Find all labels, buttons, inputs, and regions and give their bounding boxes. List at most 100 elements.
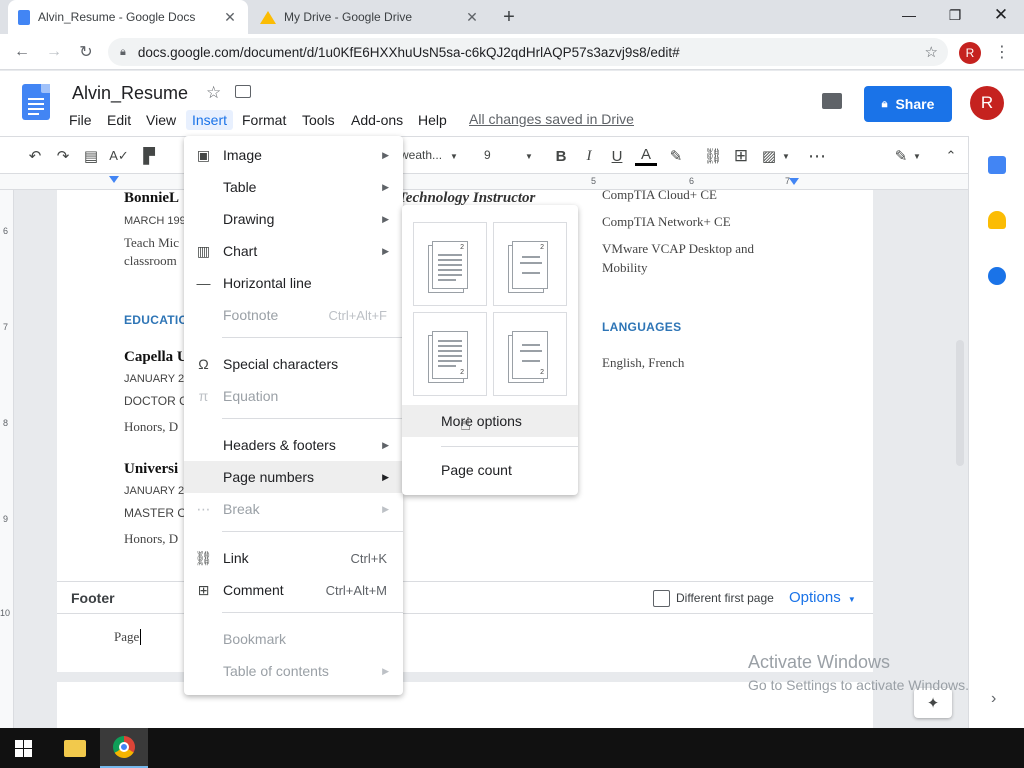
maximize-icon[interactable]: ❐ (932, 0, 978, 30)
calendar-icon[interactable] (988, 156, 1006, 174)
menu-item-headers-footers[interactable]: Headers & footers ▶ (184, 429, 403, 461)
browser-tab-docs[interactable]: Alvin_Resume - Google Docs ✕ (8, 0, 248, 34)
save-status[interactable]: All changes saved in Drive (469, 111, 634, 127)
close-tab-icon[interactable]: ✕ (222, 9, 238, 26)
chrome-taskbar-button[interactable] (100, 728, 148, 768)
highlight-icon[interactable]: ✎ (665, 146, 687, 166)
scrollbar-thumb[interactable] (956, 340, 964, 466)
horizontal-line-icon: — (196, 275, 211, 291)
editing-mode-icon[interactable]: ✎ (890, 146, 912, 166)
different-first-page-checkbox[interactable] (653, 590, 670, 607)
move-folder-icon[interactable] (235, 85, 251, 98)
address-bar[interactable]: 🔒︎ docs.google.com/document/d/1u0KfE6HXX… (108, 38, 948, 66)
underline-icon[interactable]: U (606, 146, 628, 166)
bold-icon[interactable]: B (550, 146, 572, 166)
font-size-select[interactable]: 9 (484, 148, 491, 162)
footer-text[interactable]: Page (114, 629, 142, 645)
insert-menu: ▣ Image ▶ Table ▶ Drawing ▶ ▥ Chart ▶ — Horizon… (184, 136, 403, 695)
expand-panel-icon[interactable]: › (991, 690, 996, 708)
text-color-icon[interactable]: A (635, 146, 657, 166)
menu-item-break[interactable]: ⋯ Break ▶ (184, 493, 403, 525)
menu-item-special-characters[interactable]: Ω Special characters (184, 348, 403, 380)
windows-start-icon[interactable] (15, 740, 32, 757)
ruler-number: 8 (3, 418, 9, 428)
reload-icon[interactable]: ↻ (74, 40, 98, 64)
menu-file[interactable]: File (63, 110, 98, 130)
menu-item-horizontal-line[interactable]: — Horizontal line (184, 267, 403, 299)
comment-history-icon[interactable] (822, 93, 842, 109)
tasks-icon[interactable] (988, 267, 1006, 285)
drive-icon (260, 10, 276, 24)
right-indent-marker-icon[interactable] (789, 178, 799, 185)
menu-item-table-of-contents[interactable]: Table of contents ▶ (184, 655, 403, 687)
chevron-down-icon: ▼ (782, 152, 790, 161)
menu-edit[interactable]: Edit (101, 110, 137, 130)
ruler-number: 6 (3, 226, 9, 236)
link-icon[interactable]: ⛓ (702, 146, 724, 166)
menu-insert[interactable]: Insert (186, 110, 234, 130)
browser-tab-drive[interactable]: My Drive - Google Drive ✕ (250, 0, 490, 34)
menu-item-footnote[interactable]: Footnote Ctrl+Alt+F (184, 299, 403, 331)
kebab-menu-icon[interactable]: ⋮ (994, 42, 1010, 62)
add-comment-icon[interactable]: ⊞ (730, 146, 752, 166)
more-icon[interactable]: ⋯ (806, 146, 828, 166)
redo-icon[interactable]: ↷ (52, 146, 74, 166)
ruler-number: 5 (591, 176, 597, 186)
menu-item-image[interactable]: ▣ Image ▶ (184, 139, 403, 171)
footer-options-button[interactable]: Options ▼ (789, 589, 856, 606)
page-number-option-top-all[interactable]: 2 (413, 222, 487, 306)
horizontal-ruler[interactable]: 5 6 7 (0, 174, 968, 190)
indent-marker-icon[interactable] (109, 176, 119, 183)
print-icon[interactable]: ▤ (80, 146, 102, 166)
menu-item-bookmark[interactable]: Bookmark (184, 623, 403, 655)
star-icon[interactable]: ☆ (206, 83, 221, 103)
profile-avatar[interactable]: R (959, 42, 981, 64)
italic-icon[interactable]: I (578, 146, 600, 166)
account-avatar[interactable]: R (970, 86, 1004, 120)
languages-heading: LANGUAGES (602, 320, 682, 334)
menu-addons[interactable]: Add-ons (345, 110, 409, 130)
menu-format[interactable]: Format (236, 110, 292, 130)
menu-item-drawing[interactable]: Drawing ▶ (184, 203, 403, 235)
page-number-option-top-skip-first[interactable]: 2 (493, 222, 567, 306)
share-button[interactable]: 🔒︎ Share (864, 86, 952, 122)
bookmark-star-icon[interactable]: ☆ (925, 43, 938, 61)
back-icon[interactable]: ← (10, 40, 34, 64)
submenu-arrow-icon: ▶ (382, 471, 389, 482)
menu-item-chart[interactable]: ▥ Chart ▶ (184, 235, 403, 267)
submenu-arrow-icon: ▶ (382, 503, 389, 514)
page-number-option-bottom-skip-first[interactable]: 2 (493, 312, 567, 396)
menu-tools[interactable]: Tools (296, 110, 341, 130)
keep-icon[interactable] (988, 211, 1006, 229)
new-tab-icon[interactable]: + (498, 6, 520, 28)
close-window-icon[interactable]: ✕ (978, 0, 1024, 30)
undo-icon[interactable]: ↶ (24, 146, 46, 166)
page-count-item[interactable]: Page count (402, 454, 578, 486)
menu-item-page-numbers[interactable]: Page numbers ▶ (184, 461, 403, 493)
menu-item-label: Drawing (223, 211, 275, 227)
ruler-number: 10 (0, 608, 11, 618)
menu-item-comment[interactable]: ⊞ Comment Ctrl+Alt+M (184, 574, 403, 606)
font-select[interactable]: weath... (400, 148, 442, 162)
menu-item-equation[interactable]: π Equation (184, 380, 403, 412)
menu-item-link[interactable]: ⛓ Link Ctrl+K (184, 542, 403, 574)
insert-image-icon[interactable]: ▨ (758, 146, 780, 166)
docs-logo-icon[interactable] (22, 84, 50, 120)
close-tab-icon[interactable]: ✕ (464, 9, 480, 26)
spellcheck-icon[interactable]: A✓ (108, 146, 130, 166)
menu-view[interactable]: View (140, 110, 182, 130)
collapse-icon[interactable]: ⌃ (940, 146, 962, 166)
forward-icon[interactable]: → (42, 40, 66, 64)
menu-separator (222, 418, 403, 419)
thumb-number: 2 (460, 369, 464, 376)
file-explorer-icon[interactable] (64, 740, 86, 757)
document-title[interactable]: Alvin_Resume (72, 83, 188, 104)
menu-item-table[interactable]: Table ▶ (184, 171, 403, 203)
thumb-number: 2 (540, 244, 544, 251)
menu-item-label: Image (223, 147, 262, 163)
minimize-icon[interactable]: — (886, 0, 932, 30)
menu-help[interactable]: Help (412, 110, 453, 130)
page-number-option-bottom-all[interactable]: 2 (413, 312, 487, 396)
more-options-item[interactable]: More options (402, 405, 578, 437)
paint-format-icon[interactable]: ▛ (138, 146, 160, 166)
